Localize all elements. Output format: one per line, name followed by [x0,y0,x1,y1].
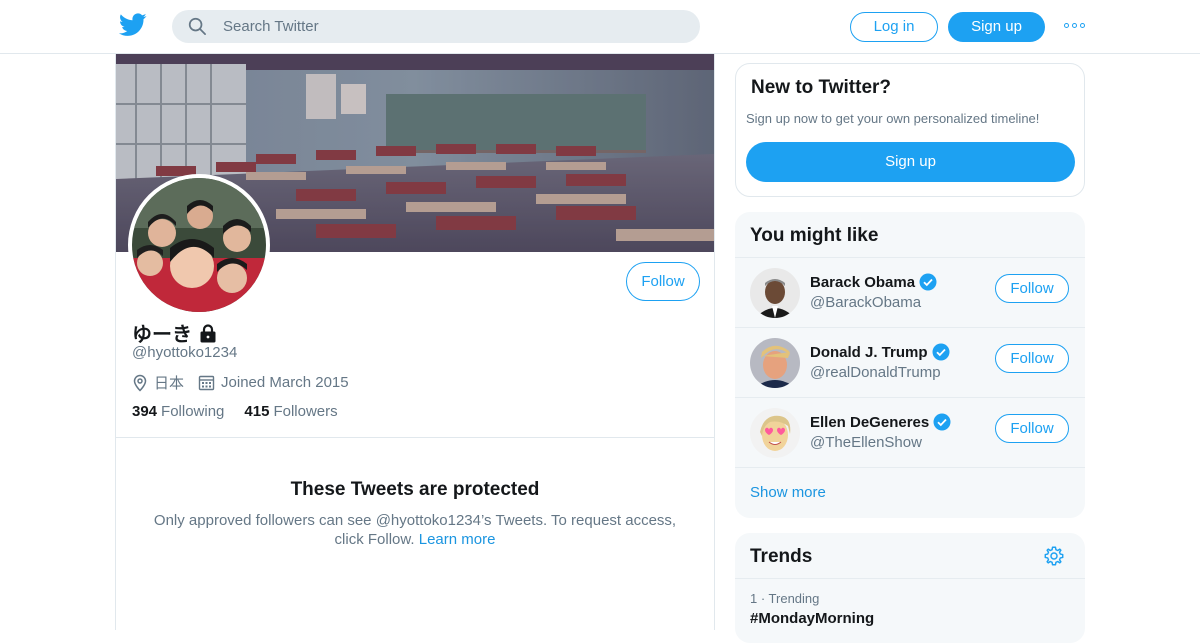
following-stat[interactable]: 394 Following [132,403,224,420]
sidebar-sign-up-button[interactable]: Sign up [746,142,1075,182]
protected-tweets-title: These Tweets are protected [290,479,540,500]
location: 日本 [132,372,184,393]
suggested-account-row[interactable]: Ellen DeGeneres @TheEllenShow Follow [735,398,1085,468]
profile-avatar[interactable] [128,174,270,316]
follow-button[interactable]: Follow [995,274,1069,303]
followers-label: Followers [273,403,338,420]
verified-badge-icon [919,273,937,291]
profile-display-name: ゆーき [132,318,218,347]
you-might-like-title: You might like [750,225,879,246]
protected-tweets-message: Only approved followers can see @hyottok… [146,511,684,549]
you-might-like-card: You might like Barack Obama @BarackObama… [735,212,1085,518]
account-name[interactable]: Barack Obama [810,273,937,291]
account-handle: @TheEllenShow [810,434,922,451]
following-label: Following [161,403,225,420]
settings-gear-icon[interactable] [1043,545,1065,567]
followers-count: 415 [244,403,270,420]
divider [735,578,1085,579]
account-name[interactable]: Ellen DeGeneres [810,413,951,431]
follow-button[interactable]: Follow [995,344,1069,373]
divider [735,467,1085,468]
follow-button[interactable]: Follow [626,262,700,301]
profile-handle: @hyottoko1234 [132,344,238,361]
account-name-text: Barack Obama [810,273,916,291]
new-to-twitter-card: New to Twitter? Sign up now to get your … [735,63,1085,197]
sign-up-button[interactable]: Sign up [948,12,1045,42]
display-name-text: ゆーき [132,324,192,346]
profile-column: Follow ゆーき @hyottoko1234 日本 Joined March… [115,54,715,630]
protected-message-text: Only approved followers can see @hyottok… [153,512,677,548]
log-in-button[interactable]: Log in [850,12,938,42]
location-text: 日本 [154,375,185,392]
trends-title: Trends [750,546,813,567]
profile-meta: 日本 Joined March 2015 [132,372,363,393]
section-divider [116,437,714,438]
new-to-twitter-subtitle: Sign up now to get your own personalized… [746,111,1040,126]
followers-stat[interactable]: 415 Followers [244,403,337,420]
account-handle: @realDonaldTrump [810,364,941,381]
following-count: 394 [132,403,158,420]
trends-card: Trends 1 · Trending #MondayMorning [735,533,1085,643]
account-name[interactable]: Donald J. Trump [810,343,950,361]
calendar-icon [198,375,215,391]
verified-badge-icon [932,343,950,361]
suggested-account-row[interactable]: Donald J. Trump @realDonaldTrump Follow [735,328,1085,398]
profile-stats: 394 Following 415 Followers [132,403,338,420]
twitter-bird-logo-icon[interactable] [119,13,147,37]
search-input[interactable]: Search Twitter [172,10,700,43]
account-name-text: Donald J. Trump [810,343,928,361]
trend-topic[interactable]: #MondayMorning [750,610,874,627]
account-avatar[interactable] [750,268,800,318]
trend-rank: 1 · Trending [750,591,820,606]
suggested-account-row[interactable]: Barack Obama @BarackObama Follow [735,258,1085,328]
new-to-twitter-title: New to Twitter? [751,77,892,98]
show-more-link[interactable]: Show more [750,484,826,501]
search-icon [188,17,206,35]
lock-icon [200,323,216,342]
more-options-icon[interactable] [1064,23,1086,29]
join-date-text: Joined March 2015 [221,374,349,391]
account-avatar[interactable] [750,338,800,388]
account-handle: @BarackObama [810,294,922,311]
verified-badge-icon [933,413,951,431]
join-date: Joined March 2015 [198,374,349,391]
location-pin-icon [133,374,147,392]
account-name-text: Ellen DeGeneres [810,413,930,431]
search-placeholder: Search Twitter [223,18,319,35]
learn-more-link[interactable]: Learn more [419,531,496,548]
account-avatar[interactable] [750,408,800,458]
follow-button[interactable]: Follow [995,414,1069,443]
top-navigation-bar: Search Twitter Log in Sign up [0,0,1200,54]
